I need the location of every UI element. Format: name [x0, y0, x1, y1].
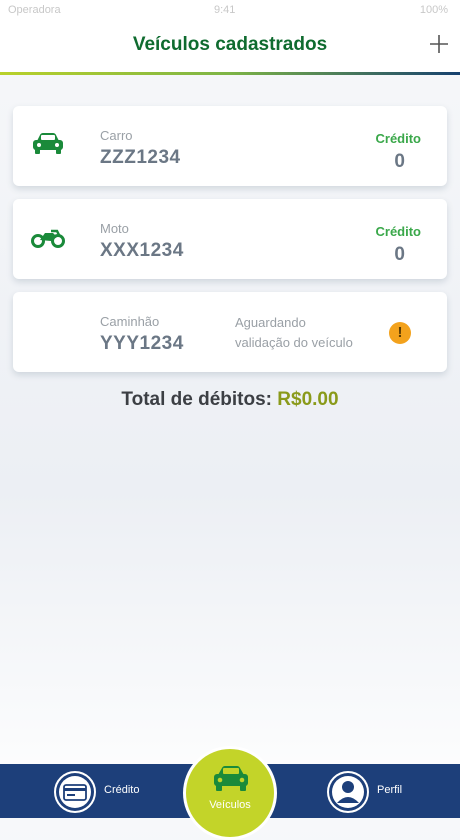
credit-card-icon	[54, 771, 96, 813]
tab-label: Veículos	[209, 799, 251, 811]
tab-label: Crédito	[104, 784, 140, 796]
tab-perfil[interactable]: Perfil	[327, 764, 427, 818]
total-label: Total de débitos:	[121, 389, 273, 410]
app-header: Veículos cadastrados	[0, 22, 460, 72]
credit-label: Crédito	[375, 224, 422, 239]
validation-status-line1: Aguardando	[235, 315, 306, 330]
tab-veiculos[interactable]: Veículos	[183, 746, 277, 840]
total-amount: R$0.00	[277, 389, 339, 410]
header-accent-line	[0, 72, 460, 75]
vehicle-plate: YYY1234	[100, 333, 184, 354]
vehicle-plate: XXX1234	[100, 240, 184, 261]
page-title: Veículos cadastrados	[132, 34, 328, 55]
clock: 9:41	[214, 4, 236, 16]
vehicle-plate: ZZZ1234	[100, 147, 181, 168]
plus-icon[interactable]	[428, 33, 450, 55]
vehicle-card-carro[interactable]: Carro ZZZ1234 Crédito 0	[13, 106, 447, 186]
credit-value: 0	[394, 151, 405, 172]
total-debits: Total de débitos: R$0.00	[0, 389, 460, 411]
validation-status: Aguardando validação do veículo	[235, 313, 353, 353]
tab-credito[interactable]: Crédito	[54, 764, 164, 818]
motorcycle-icon	[31, 229, 65, 248]
vehicle-type: Carro	[100, 128, 133, 143]
warning-icon: !	[389, 322, 411, 344]
tab-label: Perfil	[377, 784, 403, 796]
car-icon	[33, 133, 63, 154]
vehicle-card-moto[interactable]: Moto XXX1234 Crédito 0	[13, 199, 447, 279]
vehicle-type: Caminhão	[100, 314, 160, 329]
validation-status-line2: validação do veículo	[235, 335, 353, 350]
credit-label: Crédito	[375, 131, 422, 146]
vehicle-card-caminhao[interactable]: Caminhão YYY1234 Aguardando validação do…	[13, 292, 447, 372]
car-icon	[214, 766, 248, 791]
credit-value: 0	[394, 244, 405, 265]
carrier-label: Operadora	[8, 4, 61, 16]
status-bar: Operadora 9:41 100%	[0, 0, 460, 22]
user-icon	[327, 771, 369, 813]
battery-indicator: 100%	[419, 4, 448, 16]
vehicle-type: Moto	[100, 221, 129, 236]
